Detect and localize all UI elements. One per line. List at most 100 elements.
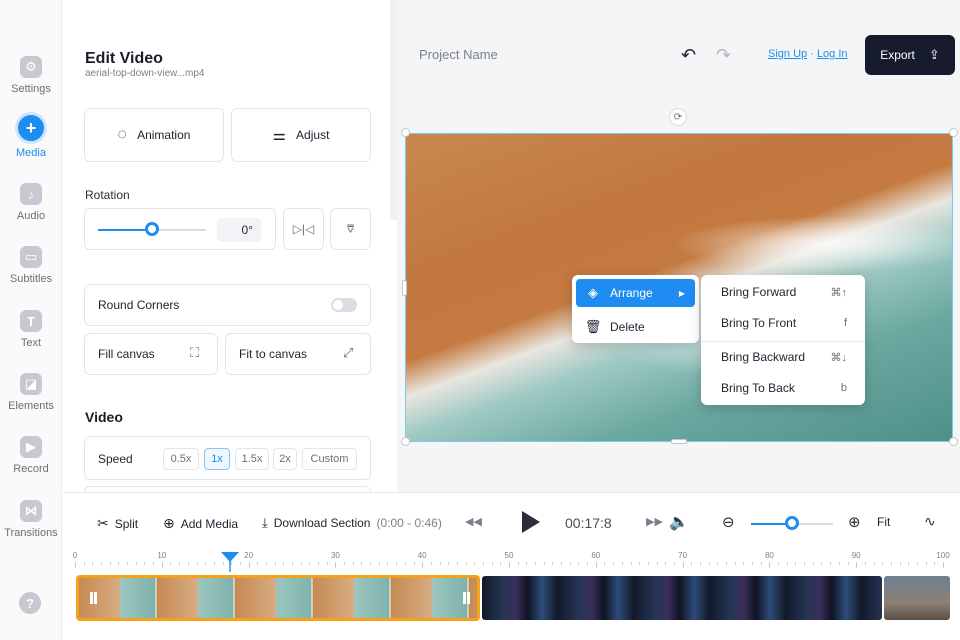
speed-option-0-5x[interactable]: 0.5x (163, 448, 199, 470)
split-button[interactable]: ✂ Split (97, 515, 138, 532)
ruler-tick (257, 562, 259, 565)
rail-item-elements[interactable]: ◪ Elements (0, 373, 62, 429)
trim-handle-right[interactable] (463, 592, 466, 604)
video-clip-selected[interactable] (76, 575, 480, 621)
speed-option-2x[interactable]: 2x (273, 448, 297, 470)
rail-item-transitions[interactable]: ⋈ Transitions (0, 500, 62, 556)
resize-handle-bottom[interactable] (671, 439, 687, 444)
rail-item-settings[interactable]: ⚙ Settings (0, 56, 62, 112)
animation-button[interactable]: ◌ Animation (84, 108, 224, 162)
waveform-icon[interactable]: ∿ (924, 513, 936, 530)
panel-title: Edit Video (85, 50, 163, 67)
rail-item-media[interactable]: + Media (0, 112, 62, 173)
ruler-tick (526, 562, 528, 565)
rotation-value[interactable]: 0° (217, 218, 261, 242)
download-range: (0:00 - 0:46) (376, 516, 442, 530)
ruler-tick-label: 20 (244, 551, 254, 560)
submenu-item-bring-to-back[interactable]: Bring To Back b (705, 374, 861, 402)
ruler-tick (916, 562, 918, 565)
ruler-tick (699, 562, 701, 565)
submenu-item-bring-backward[interactable]: Bring Backward ⌘↓ (705, 343, 861, 371)
ruler-tick (474, 562, 476, 565)
ruler-tick (153, 562, 155, 565)
submenu-item-label: Bring To Back (721, 381, 795, 395)
ruler-tick (717, 562, 719, 565)
zoom-out-icon[interactable]: ⊖ (722, 513, 735, 531)
download-section-button[interactable]: ⤓ Download Section (0:00 - 0:46) (262, 515, 442, 531)
project-name[interactable]: Project Name (419, 47, 498, 62)
ruler-tick (292, 562, 293, 565)
video-clip-coast[interactable] (884, 576, 950, 620)
rail-item-record[interactable]: ▶ Record (0, 436, 62, 492)
ruler-tick (161, 562, 163, 568)
playhead-handle[interactable] (221, 552, 239, 562)
add-media-button[interactable]: ⊕ Add Media (163, 515, 238, 532)
speed-option-1x[interactable]: 1x (204, 448, 230, 470)
ruler-tick (726, 562, 727, 565)
redo-icon[interactable]: ↷ (716, 45, 731, 66)
split-label: Split (114, 516, 139, 531)
resize-handle-top-right[interactable] (949, 128, 958, 137)
ruler-tick-label: 80 (764, 551, 774, 560)
play-icon[interactable] (522, 511, 540, 533)
ruler-tick (344, 562, 346, 565)
ruler-tick (187, 562, 189, 565)
ruler-tick (265, 562, 267, 565)
timeline-ruler[interactable]: 0 10 20 30 40 50 60 70 80 90 100 (63, 548, 960, 572)
flip-vertical-button[interactable]: ⩢ (330, 208, 371, 250)
ruler-tick (387, 562, 389, 565)
flip-horizontal-button[interactable]: ▷|◁ (283, 208, 324, 250)
ruler-tick (561, 562, 563, 565)
ruler-tick (595, 562, 597, 568)
ruler-tick (908, 562, 910, 565)
sign-up-link[interactable]: Sign Up (768, 48, 807, 60)
zoom-in-icon[interactable]: ⊕ (848, 513, 861, 531)
export-button[interactable]: Export ⇪ (865, 35, 955, 75)
volume-icon[interactable]: 🔈 (669, 512, 689, 532)
camera-icon: ▶ (20, 436, 42, 458)
video-clip-city[interactable] (482, 576, 882, 620)
expand-icon: ⤢ (343, 345, 354, 360)
resize-handle-bottom-left[interactable] (401, 437, 410, 446)
rail-item-audio[interactable]: ♪ Audio (0, 183, 62, 239)
rotation-slider-knob[interactable] (145, 222, 159, 236)
ruler-tick (795, 562, 797, 565)
log-in-link[interactable]: Log In (817, 48, 848, 60)
adjust-button[interactable]: ⚌ Adjust (231, 108, 371, 162)
rail-item-subtitles[interactable]: ▭ Subtitles (0, 246, 62, 302)
resize-handle-left[interactable] (402, 280, 407, 296)
undo-icon[interactable]: ↶ (681, 45, 696, 66)
menu-item-arrange[interactable]: ◈ Arrange ▶ (576, 279, 695, 307)
fit-button[interactable]: Fit (877, 515, 890, 529)
rail-item-text[interactable]: T Text (0, 310, 62, 366)
resize-handle-bottom-right[interactable] (949, 437, 958, 446)
round-corners-toggle[interactable] (331, 298, 357, 312)
ruler-tick (352, 562, 354, 565)
help-icon[interactable]: ? (19, 592, 41, 614)
zoom-slider-knob[interactable] (785, 516, 799, 530)
rotate-handle-icon[interactable]: ⟳ (669, 108, 687, 126)
speed-option-custom[interactable]: Custom (302, 448, 357, 470)
text-icon: T (20, 310, 42, 332)
ruler-tick (404, 562, 406, 565)
ruler-tick (309, 562, 311, 565)
ruler-tick (543, 562, 545, 565)
panel-scrollbar[interactable] (390, 0, 397, 220)
add-media-label: Add Media (180, 516, 239, 531)
ruler-tick (899, 562, 901, 565)
trim-handle-left[interactable] (90, 592, 93, 604)
ruler-tick (804, 562, 806, 565)
menu-item-delete[interactable]: 🗑 Delete (576, 313, 695, 341)
rotation-label: Rotation (85, 188, 130, 202)
rewind-icon[interactable]: ◀◀ (465, 515, 482, 528)
ruler-tick (830, 562, 832, 565)
fast-forward-icon[interactable]: ▶▶ (646, 515, 663, 528)
ruler-tick (752, 562, 754, 565)
speed-option-1-5x[interactable]: 1.5x (235, 448, 269, 470)
submenu-item-bring-to-front[interactable]: Bring To Front f (705, 309, 861, 337)
animation-icon: ◌ (117, 126, 128, 143)
trash-icon: 🗑 (584, 319, 602, 334)
resize-handle-top-left[interactable] (401, 128, 410, 137)
submenu-item-bring-forward[interactable]: Bring Forward ⌘↑ (705, 278, 861, 306)
animation-label: Animation (137, 128, 191, 142)
